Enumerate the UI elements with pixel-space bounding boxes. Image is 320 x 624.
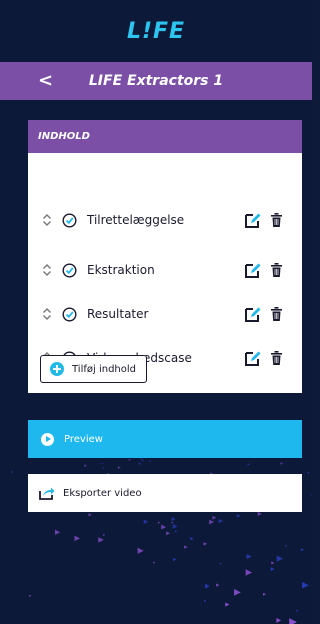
decorative-triangle [245,569,253,576]
back-button[interactable]: < [38,62,53,100]
decorative-triangle [101,462,104,465]
decorative-triangle [137,547,144,554]
decorative-triangle [190,537,194,541]
decorative-triangle [98,537,104,543]
decorative-triangle [184,545,188,549]
decorative-triangle [138,462,142,466]
decorative-triangle [103,533,106,537]
decorative-triangles [11,440,312,624]
trash-icon[interactable] [271,263,282,277]
decorative-triangle [102,467,105,470]
decorative-triangle [300,548,305,552]
check-circle-icon[interactable] [62,262,77,278]
decorative-triangle [276,555,283,562]
decorative-triangle [143,519,149,525]
decorative-triangle [149,460,152,463]
app-screen: L!FE < LIFE Extractors 1 INDHOLD Tilrett… [0,0,312,624]
decorative-triangle [307,471,311,474]
decorative-triangle [302,581,309,589]
trash-icon[interactable] [271,213,282,227]
content-item-label: Resultater [87,307,149,321]
content-item[interactable]: Tilrettelæggelse [28,208,302,232]
trash-icon[interactable] [271,307,282,321]
decorative-triangle [218,518,223,524]
decorative-triangle [270,567,275,572]
check-circle-icon[interactable] [62,306,77,322]
edit-icon[interactable] [245,212,262,228]
panel-header: INDHOLD [28,120,302,153]
decorative-triangle [296,609,299,612]
decorative-triangle [88,513,92,517]
panel-body: Tilrettelæggelse Ekstraktion Resultater … [28,153,302,393]
sort-icon[interactable] [42,263,52,277]
decorative-triangle [173,557,177,562]
decorative-triangle [171,517,176,522]
decorative-triangle [234,589,241,596]
export-video-label: Eksporter video [63,487,142,499]
decorative-triangle [161,524,167,530]
export-video-button[interactable]: Eksporter video [28,474,302,512]
edit-icon[interactable] [245,306,262,322]
decorative-triangle [153,561,156,564]
decorative-triangle [29,594,32,597]
decorative-triangle [174,530,178,533]
export-icon [39,487,55,500]
play-icon [41,432,54,446]
decorative-triangle [166,531,170,536]
decorative-triangle [263,592,266,596]
decorative-triangle [203,542,208,546]
life-logo: L!FE [126,18,186,44]
decorative-triangle [141,458,145,462]
preview-label: Preview [64,433,103,445]
sort-icon[interactable] [42,213,52,227]
decorative-triangle [271,561,275,565]
decorative-triangle [280,462,284,465]
decorative-triangle [209,519,215,525]
decorative-triangle [236,513,241,518]
check-circle-icon[interactable] [62,212,77,228]
decorative-triangle [257,511,262,516]
decorative-triangle [216,583,220,587]
decorative-triangle [219,562,222,565]
edit-icon[interactable] [245,262,262,278]
add-content-label: Tilføj indhold [72,363,136,375]
decorative-triangle [205,583,210,589]
trash-icon[interactable] [271,351,282,365]
decorative-triangle [171,521,174,524]
decorative-triangle [289,618,298,624]
decorative-triangle [247,463,251,466]
content-item-label: Tilrettelæggelse [87,213,185,227]
edit-icon[interactable] [245,350,262,366]
decorative-triangle [204,599,207,602]
decorative-triangle [74,535,81,542]
content-item-label: Ekstraktion [87,263,155,277]
decorative-triangle [84,464,88,467]
decorative-triangle [11,471,14,474]
decorative-triangle [172,523,178,529]
decorative-triangle [276,617,282,623]
plus-circle-icon [50,362,64,376]
logo-bar: L!FE [0,0,312,62]
decorative-triangle [285,544,288,547]
decorative-triangle [157,521,161,524]
decorative-triangle [246,553,252,560]
decorative-triangle [212,515,217,520]
content-panel: INDHOLD Tilrettelæggelse Ekstraktion Res… [28,120,302,393]
sort-icon[interactable] [42,307,52,321]
preview-button[interactable]: Preview [28,420,302,458]
content-item[interactable]: Ekstraktion [28,258,302,282]
content-item[interactable]: Resultater [28,302,302,326]
decorative-triangle [225,602,230,607]
decorative-triangle [117,466,121,469]
decorative-triangle [54,529,61,535]
add-content-button[interactable]: Tilføj indhold [40,355,147,383]
title-bar: < LIFE Extractors 1 [0,62,312,100]
decorative-triangle [128,458,131,461]
